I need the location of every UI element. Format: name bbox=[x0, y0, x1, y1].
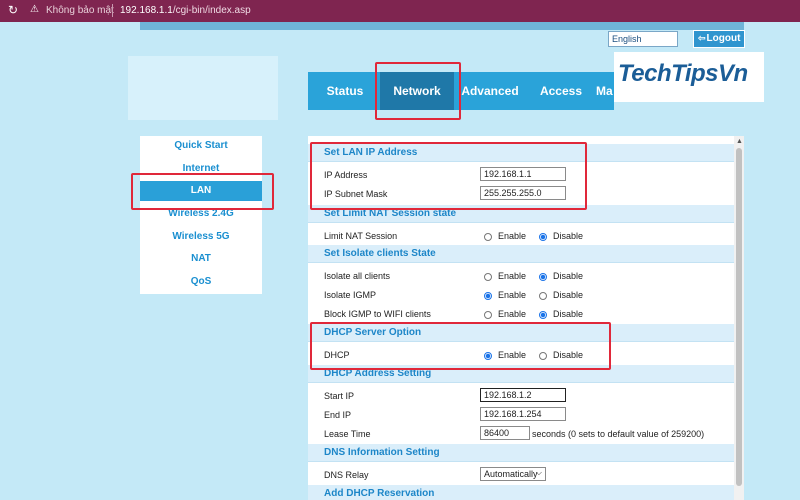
nat-session-label: Limit NAT Session bbox=[324, 231, 398, 241]
radio-block-igmp-enable[interactable] bbox=[484, 310, 492, 319]
highlight-dhcp-option bbox=[310, 322, 611, 370]
security-label: Không bảo mật bbox=[46, 5, 114, 16]
warning-icon: ⚠ bbox=[30, 4, 39, 15]
block-igmp-enable-option[interactable]: Enable bbox=[484, 309, 526, 319]
logout-label: Logout bbox=[706, 33, 741, 44]
tab-advanced[interactable]: Advanced bbox=[458, 72, 522, 110]
isolate-igmp-disable-option[interactable]: Disable bbox=[539, 290, 583, 300]
header-strip bbox=[140, 22, 744, 30]
isolate-igmp-disable-label: Disable bbox=[553, 290, 584, 300]
url-text[interactable]: 192.168.1.1/cgi-bin/index.asp bbox=[120, 5, 251, 16]
nat-disable-label: Disable bbox=[553, 231, 584, 241]
end-ip-label: End IP bbox=[324, 410, 352, 420]
scrollbar-thumb[interactable] bbox=[736, 148, 742, 486]
isolate-clients-enable-option[interactable]: Enable bbox=[484, 271, 526, 281]
section-isolate-header: Set Isolate clients State bbox=[308, 245, 734, 263]
block-igmp-label: Block IGMP to WIFI clients bbox=[324, 309, 431, 319]
tab-access[interactable]: Access bbox=[532, 72, 590, 110]
tab-management[interactable]: Ma bbox=[596, 72, 614, 110]
start-ip-input[interactable]: 192.168.1.2 bbox=[480, 388, 566, 402]
isolate-igmp-label: Isolate IGMP bbox=[324, 290, 377, 300]
block-igmp-enable-label: Enable bbox=[498, 309, 527, 319]
radio-nat-disable[interactable] bbox=[539, 232, 547, 241]
lease-time-label: Lease Time bbox=[324, 429, 371, 439]
block-igmp-disable-label: Disable bbox=[553, 309, 584, 319]
lease-time-input[interactable]: 86400 bbox=[480, 426, 530, 440]
isolate-clients-disable-option[interactable]: Disable bbox=[539, 271, 583, 281]
chevron-down-icon: ⌵ bbox=[535, 468, 542, 477]
main-nav: Status Network Advanced Access Ma bbox=[308, 72, 614, 110]
block-igmp-disable-option[interactable]: Disable bbox=[539, 309, 583, 319]
isolate-igmp-enable-option[interactable]: Enable bbox=[484, 290, 526, 300]
radio-block-igmp-disable[interactable] bbox=[539, 310, 547, 319]
dns-relay-label: DNS Relay bbox=[324, 470, 369, 480]
highlight-network bbox=[375, 62, 461, 120]
sidebar-item-quick-start[interactable]: Quick Start bbox=[140, 136, 262, 156]
sidebar-item-qos[interactable]: QoS bbox=[140, 272, 262, 292]
radio-isolate-clients-disable[interactable] bbox=[539, 272, 547, 281]
isolate-clients-label: Isolate all clients bbox=[324, 271, 391, 281]
isolate-igmp-enable-label: Enable bbox=[498, 290, 527, 300]
nat-enable-label: Enable bbox=[498, 231, 527, 241]
radio-isolate-clients-enable[interactable] bbox=[484, 272, 492, 281]
browser-address-bar: ↻ ⚠ Không bảo mật 192.168.1.1/cgi-bin/in… bbox=[0, 0, 800, 22]
tab-status[interactable]: Status bbox=[314, 72, 376, 110]
nat-enable-option[interactable]: Enable bbox=[484, 231, 526, 241]
divider bbox=[112, 4, 113, 17]
start-ip-label: Start IP bbox=[324, 391, 355, 401]
scroll-up-icon[interactable]: ▲ bbox=[736, 138, 743, 145]
end-ip-input[interactable]: 192.168.1.254 bbox=[480, 407, 566, 421]
radio-nat-enable[interactable] bbox=[484, 232, 492, 241]
section-dns-header: DNS Information Setting bbox=[308, 444, 734, 462]
dns-relay-value: Automatically bbox=[484, 469, 538, 479]
isolate-clients-enable-label: Enable bbox=[498, 271, 527, 281]
panel-scrollbar[interactable]: ▲ bbox=[734, 136, 744, 500]
sidebar-menu: Quick Start Internet LAN Wireless 2.4G W… bbox=[140, 136, 262, 294]
radio-isolate-igmp-disable[interactable] bbox=[539, 291, 547, 300]
sidebar-item-nat[interactable]: NAT bbox=[140, 249, 262, 269]
sidebar-item-wireless-5g[interactable]: Wireless 5G bbox=[140, 227, 262, 247]
section-reservation-header: Add DHCP Reservation bbox=[308, 485, 734, 500]
logout-icon: ⇦ bbox=[698, 33, 706, 43]
highlight-lan bbox=[131, 173, 274, 210]
watermark-logo: TechTipsVn bbox=[618, 60, 748, 87]
isolate-clients-disable-label: Disable bbox=[553, 271, 584, 281]
language-select[interactable]: English bbox=[608, 31, 678, 47]
dns-relay-select[interactable]: Automatically ⌵ bbox=[480, 467, 546, 481]
url-host: 192.168.1.1 bbox=[120, 5, 173, 16]
url-path: /cgi-bin/index.asp bbox=[172, 5, 251, 16]
logo-area bbox=[128, 56, 278, 120]
reload-icon[interactable]: ↻ bbox=[8, 3, 18, 17]
radio-isolate-igmp-enable[interactable] bbox=[484, 291, 492, 300]
lease-time-note: seconds (0 sets to default value of 2592… bbox=[532, 429, 705, 439]
nat-disable-option[interactable]: Disable bbox=[539, 231, 583, 241]
logout-button[interactable]: ⇦Logout bbox=[693, 30, 745, 48]
highlight-lan-settings bbox=[310, 142, 587, 210]
